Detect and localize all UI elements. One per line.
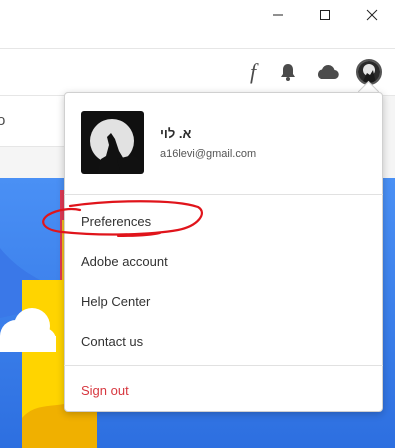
window-titlebar [0, 0, 395, 48]
menu-item-preferences[interactable]: Preferences [81, 214, 151, 229]
subnav-strip [0, 96, 70, 147]
menu-divider [64, 365, 383, 366]
minimize-button[interactable] [255, 0, 301, 30]
menu-item-help-center[interactable]: Help Center [81, 294, 150, 309]
menu-item-adobe-account[interactable]: Adobe account [81, 254, 168, 269]
close-icon [366, 9, 378, 21]
minimize-icon [273, 14, 283, 16]
user-name: א. לוי [160, 126, 192, 141]
menu-divider [64, 194, 383, 195]
maximize-icon [320, 10, 330, 20]
user-email: a16levi@gmail.com [160, 148, 257, 160]
bell-icon[interactable] [274, 58, 302, 86]
sign-out-button[interactable]: Sign out [81, 383, 129, 398]
close-button[interactable] [349, 0, 395, 30]
menu-item-contact-us[interactable]: Contact us [81, 334, 143, 349]
cloud-icon[interactable] [313, 58, 341, 86]
partial-nav-text: o [0, 112, 6, 129]
fonts-icon[interactable]: f [239, 58, 267, 86]
user-avatar [81, 111, 144, 174]
maximize-button[interactable] [302, 0, 348, 30]
